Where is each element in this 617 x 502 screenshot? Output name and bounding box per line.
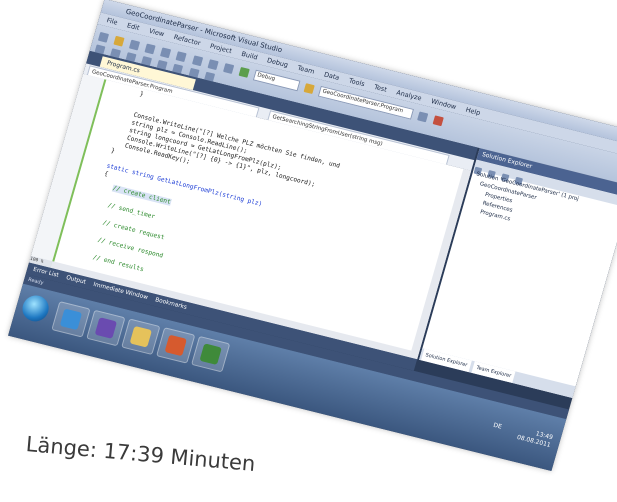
task-vs[interactable] (86, 309, 126, 347)
code-comment: // create request (101, 219, 166, 242)
app-icon (199, 343, 222, 365)
task-powerpoint[interactable] (156, 327, 196, 364)
vs-screenshot: GeoCoordinateParser - Microsoft Visual S… (8, 0, 617, 472)
code-line: } (138, 90, 145, 99)
tray-language[interactable]: DE (492, 422, 502, 431)
tab-team-explorer[interactable]: Team Explorer (471, 361, 516, 383)
stage: GeoCoordinateParser - Microsoft Visual S… (0, 0, 617, 502)
code-line: } (110, 147, 116, 155)
task-explorer[interactable] (121, 318, 161, 356)
folder-icon (129, 325, 153, 348)
menu-edit[interactable]: Edit (126, 21, 140, 32)
task-app[interactable] (190, 335, 231, 373)
menu-file[interactable]: File (106, 16, 119, 26)
code-comment: // receive respond (96, 236, 164, 260)
editor-gutter (29, 73, 107, 269)
code-comment: // send_timer (106, 201, 156, 221)
visual-studio-icon (94, 317, 118, 339)
windows-start-icon[interactable] (19, 292, 52, 325)
internet-explorer-icon (59, 308, 83, 331)
tab-solution-explorer[interactable]: Solution Explorer (421, 348, 472, 373)
code-comment: // create client (111, 184, 172, 206)
menu-test[interactable]: Test (373, 83, 388, 94)
video-length-caption: Länge: 17:39 Minuten (24, 432, 257, 477)
tray-clock[interactable]: 13:49 08.08.2011 (516, 426, 553, 450)
code-comment: // end results (91, 253, 145, 274)
task-ie[interactable] (51, 301, 91, 338)
powerpoint-icon (164, 334, 187, 357)
code-line: { (103, 170, 109, 178)
